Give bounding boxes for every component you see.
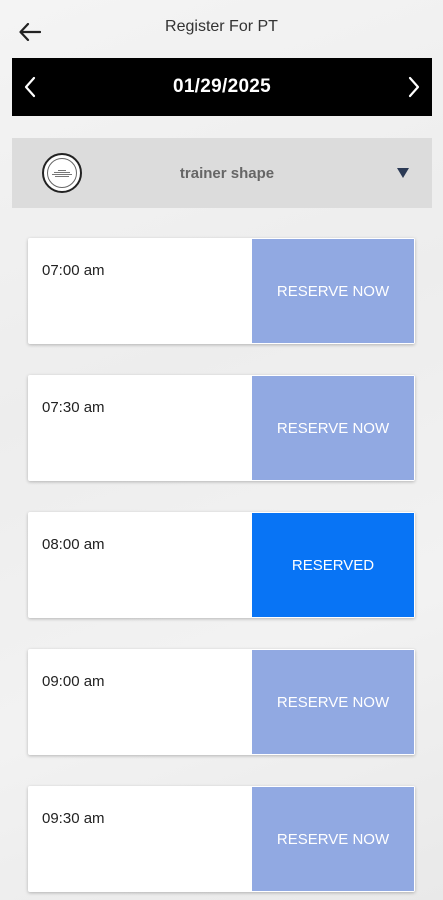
- time-slot-card: 09:30 am RESERVE NOW: [28, 786, 415, 892]
- slot-time: 08:00 am: [42, 536, 105, 553]
- time-slot-list: 07:00 am RESERVE NOW 07:30 am RESERVE NO…: [28, 238, 415, 900]
- chevron-left-icon: [24, 76, 36, 98]
- slot-time: 09:30 am: [42, 810, 105, 827]
- time-slot-card: 09:00 am RESERVE NOW: [28, 649, 415, 755]
- trainer-avatar: [42, 153, 82, 193]
- reserve-button[interactable]: RESERVE NOW: [252, 650, 414, 754]
- previous-date-button[interactable]: [12, 58, 48, 116]
- app-header: Register For PT: [0, 0, 443, 58]
- reserved-button[interactable]: RESERVED: [252, 513, 414, 617]
- reserve-button[interactable]: RESERVE NOW: [252, 376, 414, 480]
- slot-time: 07:30 am: [42, 399, 105, 416]
- trainer-logo-icon: [47, 158, 77, 188]
- slot-time: 07:00 am: [42, 262, 105, 279]
- trainer-name: trainer shape: [179, 164, 275, 182]
- next-date-button[interactable]: [396, 58, 432, 116]
- time-slot-card: 07:30 am RESERVE NOW: [28, 375, 415, 481]
- caret-down-icon: [392, 168, 414, 178]
- chevron-right-icon: [408, 76, 420, 98]
- time-slot-card: 07:00 am RESERVE NOW: [28, 238, 415, 344]
- reserve-button[interactable]: RESERVE NOW: [252, 239, 414, 343]
- reserve-button[interactable]: RESERVE NOW: [252, 787, 414, 891]
- selected-date: 01/29/2025: [172, 76, 272, 97]
- slot-time: 09:00 am: [42, 673, 105, 690]
- date-navigator: 01/29/2025: [12, 58, 432, 116]
- trainer-dropdown[interactable]: trainer shape: [12, 138, 432, 208]
- time-slot-card: 08:00 am RESERVED: [28, 512, 415, 618]
- page-title: Register For PT: [165, 18, 278, 35]
